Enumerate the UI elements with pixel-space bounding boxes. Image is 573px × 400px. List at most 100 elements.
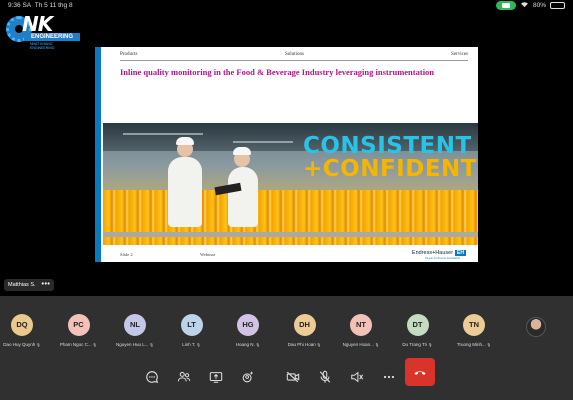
brand-name: Endress+Hauser [411, 250, 454, 256]
mic-muted-icon: 🎙 [485, 343, 492, 347]
photo-beam [233, 141, 293, 143]
participant-tile[interactable]: HG Hoang N. 🎙 [220, 304, 276, 354]
participant-tile[interactable]: LT Linh T. 🎙 [164, 304, 220, 354]
people-icon [177, 371, 191, 382]
conveyor-rail-lower [103, 232, 478, 237]
participants-button[interactable] [171, 364, 197, 390]
slide-event: Webinar [200, 252, 216, 257]
photo-beam [123, 133, 203, 135]
factory-photo: CONSISTENT +CONFIDENT [103, 123, 478, 245]
brand-mark: EH [455, 250, 466, 256]
participant-name: Hoang N. 🎙 [220, 342, 276, 347]
avatar: LT [180, 314, 203, 336]
slide-accent-bar [95, 47, 101, 262]
participant-name: Pham Ngoc C... 🎙 [51, 342, 107, 347]
headline-confident: +CONFIDENT [303, 156, 477, 182]
slide-number: Slide 2 [120, 252, 133, 257]
speaker-off-icon [351, 371, 364, 383]
participant-name-text: Hoang N. [235, 342, 255, 347]
effects-icon [242, 371, 253, 383]
participant-name-text: Dao Huy Quynh [3, 342, 36, 347]
worker-cap [176, 137, 194, 145]
battery-percent: 80% [532, 2, 546, 9]
participant-tile[interactable]: DH Dau Phi Hoan 🎙 [277, 304, 333, 354]
participant-tile[interactable]: NT Nguyen Hoan... 🎙 [333, 304, 389, 354]
mic-muted-icon: 🎙 [195, 343, 201, 347]
avatar: DQ [11, 314, 33, 336]
slide-nav-solutions: Solutions [285, 52, 304, 57]
participant-name-text: Truong Minh... [456, 342, 486, 347]
mic-muted-icon: 🎙 [315, 343, 322, 347]
avatar: NL [124, 314, 146, 336]
wifi-icon [520, 1, 529, 10]
status-bar: 9:36 SA Th 5 11 thg 8 80% [0, 0, 573, 12]
worker-cap [233, 147, 251, 155]
avatar: PC [67, 314, 90, 336]
status-date: Th 5 11 thg 8 [34, 2, 73, 9]
logo-line: ENGINEERING [24, 33, 80, 41]
participant-name: Do Trang Tri 🎙 [390, 342, 446, 347]
participant-name-text: Pham Ngoc C... [59, 342, 92, 347]
slide-footer: Slide 2 Webinar Endress+Hauser EH People … [120, 250, 468, 260]
more-options-icon[interactable]: ••• [42, 279, 51, 291]
slide-title: Inline quality monitoring in the Food & … [120, 67, 435, 77]
effects-button[interactable] [235, 364, 261, 390]
camera-off-icon [286, 371, 300, 383]
camera-off-button[interactable] [280, 364, 306, 390]
participant-name-text: Do Trang Tri [402, 342, 428, 347]
mute-button[interactable] [312, 364, 338, 390]
share-screen-button[interactable] [203, 364, 229, 390]
worker-figure [168, 157, 202, 227]
participant-name-text: Dau Phi Hoan [287, 342, 316, 347]
endress-hauser-logo: Endress+Hauser EH [412, 250, 466, 256]
shared-presentation-slide: Products Solutions Services Inline quali… [95, 47, 478, 262]
worker-figure [228, 167, 258, 227]
participant-tile[interactable]: NL Nguyen Huu L... 🎙 [107, 304, 163, 354]
mic-muted-icon: 🎙 [254, 343, 261, 347]
call-controls [0, 356, 573, 400]
slide-divider [120, 60, 468, 61]
speaker-name: Matthias S. [8, 282, 36, 288]
participant-photo-avatar[interactable] [526, 317, 546, 337]
avatar: TN [463, 314, 485, 336]
participant-name: Nguyen Huu L... 🎙 [107, 342, 163, 347]
participant-tile[interactable]: PC Pham Ngoc C... 🎙 [51, 304, 107, 354]
mic-off-icon [319, 370, 331, 383]
participant-tile[interactable]: DT Do Trang Tri 🎙 [390, 304, 446, 354]
mic-muted-icon: 🎙 [91, 343, 98, 347]
brand-tagline: People for Process Automation [425, 257, 460, 260]
participant-name: Linh T. 🎙 [164, 342, 220, 347]
chat-button[interactable] [139, 364, 165, 390]
participant-name: Dao Huy Quynh 🎙 [0, 342, 50, 347]
participant-name: Truong Minh... 🎙 [446, 342, 502, 347]
slide-nav: Products Solutions Services [120, 52, 468, 60]
status-right: 80% [495, 1, 565, 10]
participant-name-text: Nguyen Huu L... [116, 342, 149, 347]
avatar: DH [293, 314, 316, 336]
status-time-date: 9:36 SA Th 5 11 thg 8 [8, 2, 73, 9]
participant-name-text: Linh T. [182, 342, 196, 347]
mic-muted-icon: 🎙 [373, 343, 380, 347]
participant-tile[interactable]: DQ Dao Huy Quynh 🎙 [0, 304, 50, 354]
participant-name-text: Nguyen Hoan... [342, 342, 374, 347]
mic-muted-icon: 🎙 [148, 343, 154, 347]
participant-name: Nguyen Hoan... 🎙 [333, 342, 389, 347]
hang-up-icon [414, 371, 426, 375]
end-call-button[interactable] [405, 358, 435, 386]
share-screen-icon [209, 372, 223, 383]
active-speaker-label[interactable]: Matthias S. ••• [4, 279, 55, 291]
participant-tile[interactable]: TN Truong Minh... 🎙 [446, 304, 502, 354]
nk-engineering-logo: NK ENGINEERING NHAT KHANG ENGINEERING [6, 12, 80, 50]
mic-muted-icon: 🎙 [427, 343, 433, 347]
mic-muted-icon: 🎙 [35, 343, 41, 347]
camera-in-use-icon [495, 1, 516, 10]
chat-icon [146, 371, 159, 384]
status-time: 9:36 SA [8, 2, 32, 9]
battery-icon [550, 2, 565, 9]
speaker-button[interactable] [344, 364, 370, 390]
participant-strip: DQ Dao Huy Quynh 🎙 PC Pham Ngoc C... 🎙 NL Ngu… [0, 296, 573, 356]
more-button[interactable] [376, 364, 402, 390]
avatar: NT [350, 314, 372, 336]
slide-nav-products: Products [120, 52, 138, 57]
participant-name: Dau Phi Hoan 🎙 [277, 342, 333, 347]
